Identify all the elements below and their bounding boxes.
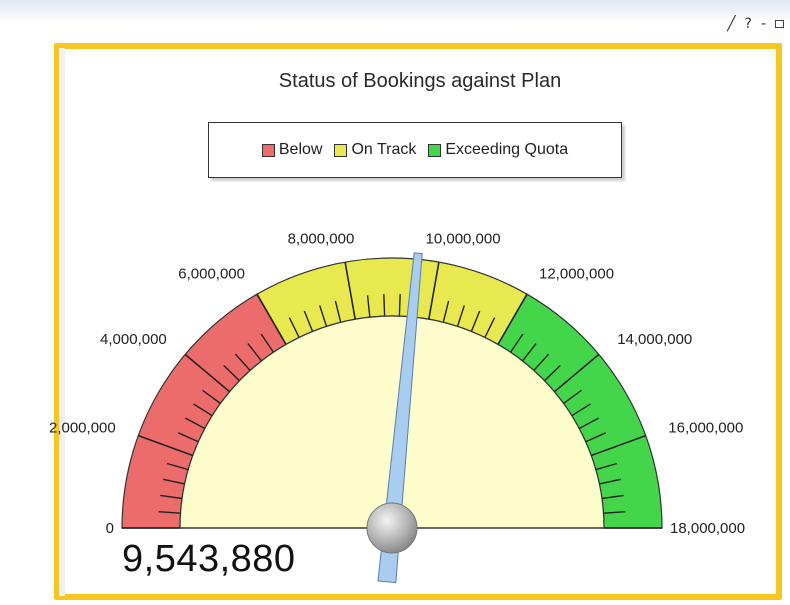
- gauge-tick-label: 8,000,000: [288, 230, 355, 247]
- gauge-minor-tick: [398, 294, 401, 317]
- gauge-tick-label: 6,000,000: [178, 265, 245, 282]
- gauge-tick-label: 14,000,000: [617, 331, 692, 348]
- gauge-tick-label: 2,000,000: [49, 419, 116, 436]
- gauge-needle-hub: [366, 502, 418, 554]
- gauge-chart: 0 2,000,000 4,000,000 6,000,000 8,000,000 10,…: [49, 230, 745, 584]
- gauge-value-readout: 9,543,880: [122, 538, 296, 580]
- gauge-tick-label: 16,000,000: [668, 419, 743, 436]
- gauge-tick-label: 12,000,000: [539, 265, 614, 282]
- gauge-tick-label: 10,000,000: [426, 230, 501, 247]
- gauge-tick-label: 18,000,000: [670, 520, 745, 537]
- gauge-minor-tick: [383, 294, 386, 317]
- gauge-tick-label: 0: [106, 520, 114, 537]
- gauge-tick-label: 4,000,000: [100, 331, 167, 348]
